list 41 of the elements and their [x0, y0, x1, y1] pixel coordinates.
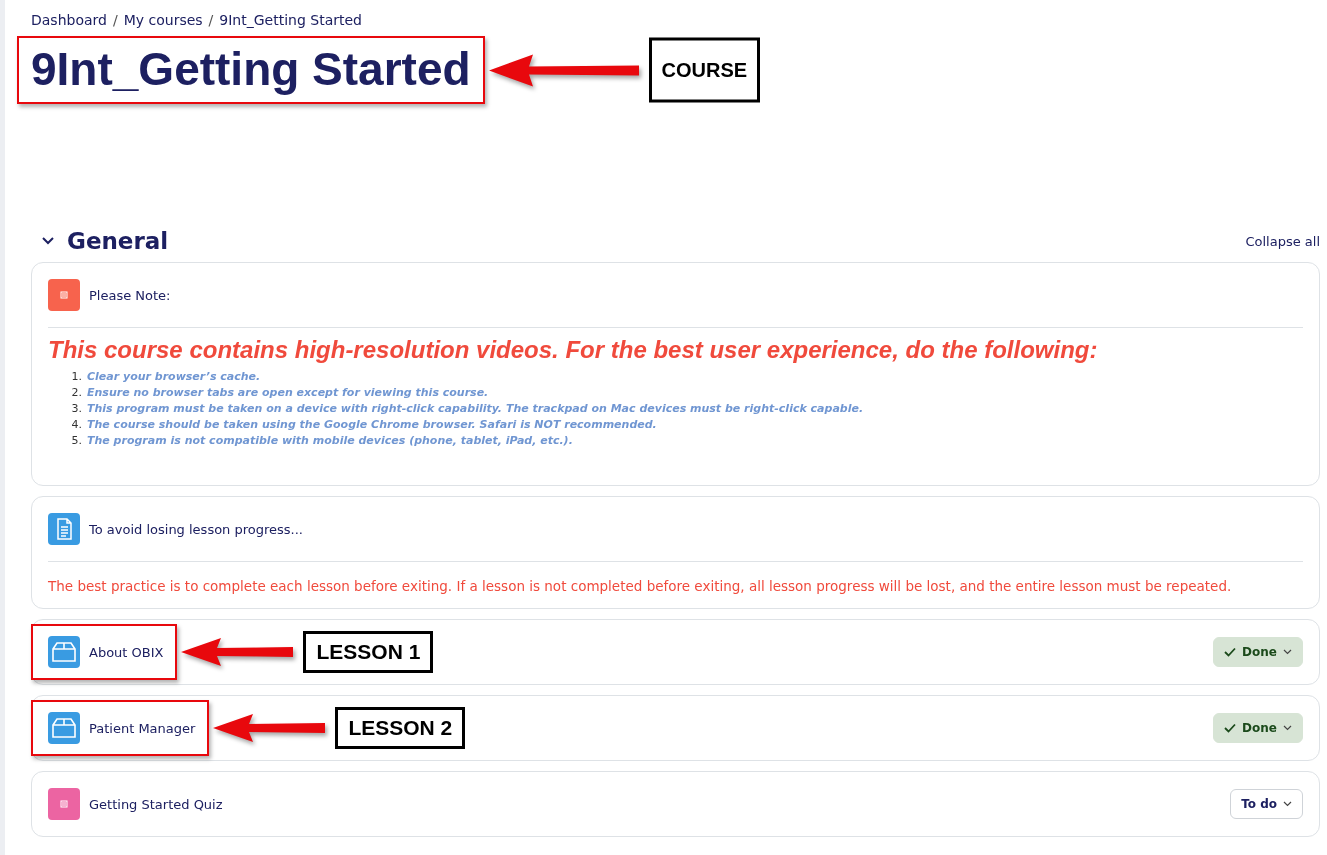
list-number: 2. [70, 386, 82, 399]
list-number: 1. [70, 370, 82, 383]
activity-link[interactable]: About OBIX [89, 644, 164, 660]
activity-link[interactable]: Patient Manager [89, 720, 196, 736]
instruction-text: The program is not compatible with mobile devices (phone, tablet, iPad, etc.). [87, 434, 573, 447]
caret-icon [1283, 725, 1292, 731]
box-icon [48, 636, 80, 668]
collapse-all-link[interactable]: Collapse all [1245, 233, 1320, 249]
list-number: 4. [70, 418, 82, 431]
instruction-text: The course should be taken using the Google Chrome browser. Safari is NOT recommended. [87, 418, 657, 431]
notice-heading: This course contains high-resolution videos. For the best user experience, do the following: [48, 336, 1099, 364]
completion-dropdown[interactable]: To do [1230, 789, 1303, 819]
callout-label: COURSE [648, 37, 761, 103]
breadcrumb-link[interactable]: My courses [123, 12, 203, 28]
completion-dropdown[interactable]: Done [1213, 637, 1303, 667]
completion-dropdown[interactable]: Done [1213, 713, 1303, 743]
instruction-text: Clear your browser’s cache. [87, 370, 261, 383]
breadcrumb-link[interactable]: Dashboard [31, 12, 107, 28]
callout-label: LESSON 2 [335, 707, 466, 749]
check-icon [1224, 647, 1237, 657]
section-title: General [67, 228, 170, 254]
course-title: 9Int_Getting Started [31, 42, 471, 97]
check-icon [1224, 723, 1237, 733]
instruction-text: This program must be taken on a device with right-click capability. The trackpad on Mac devices must be right-click capable. [87, 402, 864, 415]
breadcrumb-link[interactable]: 9Int_Getting Started [219, 12, 362, 28]
box-icon [48, 712, 80, 744]
breadcrumb-separator: / [112, 12, 118, 28]
notice-text: The best practice is to complete each lesson before exiting. If a lesson is not completed before exiting, all lesson progress will be lost, and the entire lesson must be repeated. [48, 578, 1233, 594]
activity-link[interactable]: Getting Started Quiz [89, 796, 223, 812]
instruction-text: Ensure no browser tabs are open except for viewing this course. [87, 386, 489, 399]
activity-link[interactable]: Please Note: [89, 287, 171, 303]
callout-label: LESSON 1 [303, 631, 434, 673]
list-number: 3. [70, 402, 82, 415]
caret-icon [1283, 649, 1292, 655]
activity-link[interactable]: To avoid losing lesson progress... [89, 521, 303, 537]
caret-icon [1283, 801, 1292, 807]
document-icon [48, 513, 80, 545]
quiz-icon [48, 788, 80, 820]
list-number: 5. [70, 434, 82, 447]
label-icon [48, 279, 80, 311]
breadcrumb-separator: / [208, 12, 214, 28]
